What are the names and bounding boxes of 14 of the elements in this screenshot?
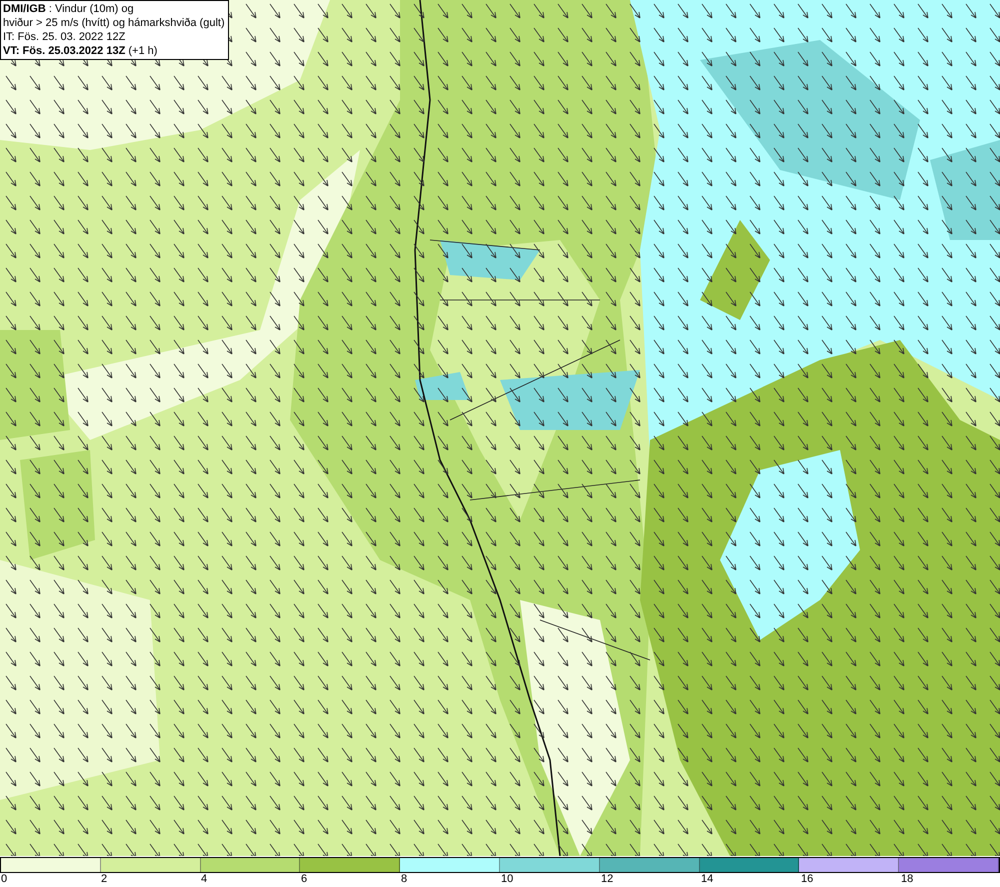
scale-label: 2 (101, 873, 108, 886)
scale-label: 18 (901, 873, 914, 886)
header-text: VT: Fös. 25.03.2022 13Z (+1 h) (3, 44, 158, 58)
header-text: IT: Fös. 25. 03. 2022 12Z (3, 30, 126, 44)
scale-label: 14 (701, 873, 714, 886)
scale-label: 4 (201, 873, 208, 886)
scale-label: 12 (601, 873, 614, 886)
scale-label: 6 (301, 873, 308, 886)
header-text: DMI/IGB : Vindur (10m) og (3, 2, 135, 16)
header-text: hviður > 25 m/s (hvítt) og hámarkshviða (gult) (3, 16, 226, 30)
scale-label: 10 (501, 873, 514, 886)
scale-label: 16 (801, 873, 814, 886)
scale-label: 0 (1, 873, 8, 886)
scale-label: 8 (401, 873, 408, 886)
